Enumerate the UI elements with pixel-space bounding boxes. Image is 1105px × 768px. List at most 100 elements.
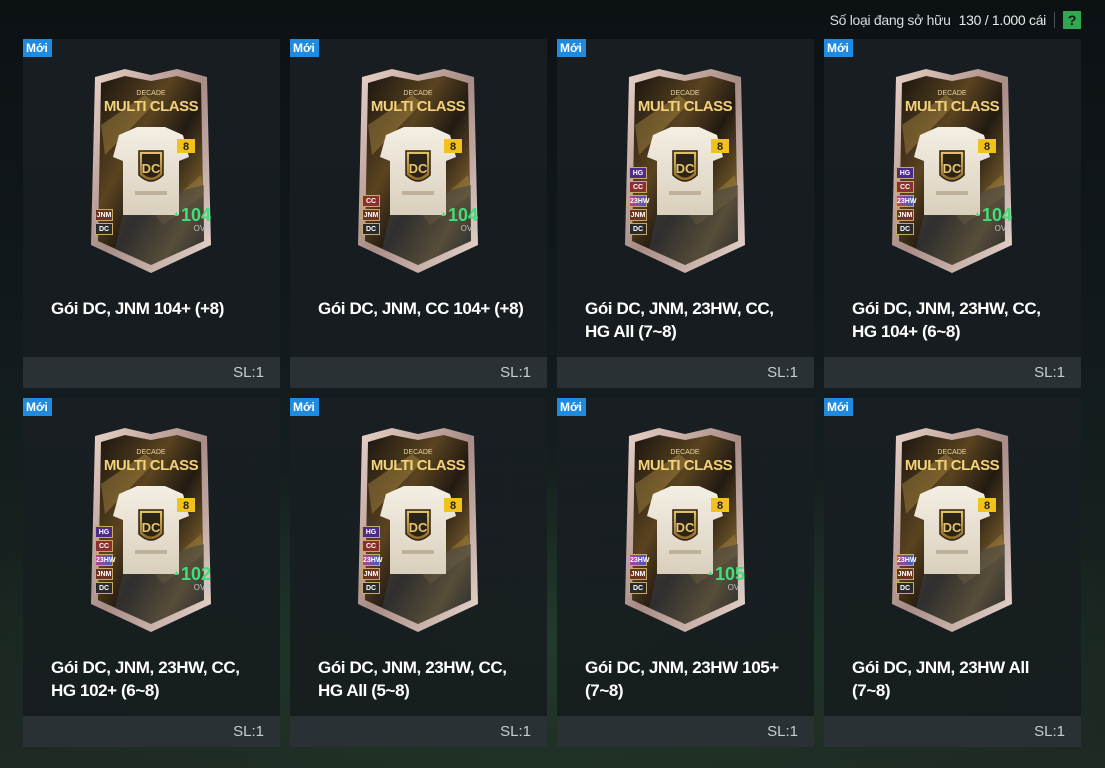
pack-footer: SL:1 bbox=[557, 357, 814, 388]
pack-title: Gói DC, JNM, 23HW, CC, HG 104+ (6~8) bbox=[852, 299, 1041, 341]
class-badge-jnm: JNM bbox=[896, 568, 914, 580]
new-badge: Mới bbox=[824, 39, 853, 57]
pack-quantity: SL:1 bbox=[767, 723, 798, 740]
class-badges: HG CC 23HW JNM DC bbox=[629, 167, 649, 235]
svg-text:DC: DC bbox=[409, 161, 428, 176]
class-badge-cc: CC bbox=[896, 181, 914, 193]
class-badge-dc: DC bbox=[896, 223, 914, 235]
svg-text:DC: DC bbox=[943, 520, 962, 535]
class-badge-23hw: 23HW bbox=[95, 554, 115, 566]
svg-text:8: 8 bbox=[183, 141, 189, 153]
class-badge-jnm: JNM bbox=[362, 568, 380, 580]
class-badge-23hw: 23HW bbox=[362, 554, 382, 566]
ovr-label: OVR bbox=[727, 583, 745, 592]
class-badge-jnm: JNM bbox=[362, 209, 380, 221]
pack-quantity: SL:1 bbox=[500, 723, 531, 740]
pack-tile-1[interactable]: Mới DC 8 DECADE MULTI CLASS JNM DC ▲ 104… bbox=[23, 39, 280, 388]
new-badge: Mới bbox=[23, 39, 52, 57]
help-icon[interactable]: ? bbox=[1063, 11, 1081, 29]
pack-quantity: SL:1 bbox=[233, 364, 264, 381]
class-badge-dc: DC bbox=[629, 582, 647, 594]
card-art-svg: DC 8 DECADE MULTI CLASS bbox=[358, 69, 478, 273]
pack-quantity: SL:1 bbox=[233, 723, 264, 740]
class-badge-23hw: 23HW bbox=[896, 554, 916, 566]
svg-text:DC: DC bbox=[676, 520, 695, 535]
pack-tile-4[interactable]: Mới DC 8 DECADE MULTI CLASS HG CC 23HW J… bbox=[824, 39, 1081, 388]
ovr-label: OVR bbox=[193, 583, 211, 592]
new-badge: Mới bbox=[557, 398, 586, 416]
ovr-rating: 104 OVR bbox=[974, 206, 1012, 233]
svg-text:DECADE: DECADE bbox=[937, 449, 967, 456]
ovr-value: 104 bbox=[974, 206, 1012, 224]
pack-tile-6[interactable]: Mới DC 8 DECADE MULTI CLASS HG CC 23HW J… bbox=[290, 398, 547, 747]
class-badge-cc: CC bbox=[629, 181, 647, 193]
svg-text:MULTI CLASS: MULTI CLASS bbox=[104, 457, 199, 474]
class-badge-cc: CC bbox=[362, 195, 380, 207]
class-badge-dc: DC bbox=[362, 223, 380, 235]
ovr-rating: 104 OVR bbox=[440, 206, 478, 233]
svg-text:DECADE: DECADE bbox=[403, 449, 433, 456]
ovr-value: 102 bbox=[173, 565, 211, 583]
pack-card-image: DC 8 DECADE MULTI CLASS HG CC 23HW JNM DC bbox=[352, 424, 484, 636]
pack-tile-7[interactable]: Mới DC 8 DECADE MULTI CLASS 23HW JNM DC … bbox=[557, 398, 814, 747]
ovr-value: 104 bbox=[173, 206, 211, 224]
ovr-value: 105 bbox=[707, 565, 745, 583]
owned-counter-bar: Số loại đang sở hữu 130 / 1.000 cái ? bbox=[830, 8, 1081, 32]
pack-card-image: DC 8 DECADE MULTI CLASS 23HW JNM DC bbox=[886, 424, 1018, 636]
svg-text:MULTI CLASS: MULTI CLASS bbox=[371, 457, 466, 474]
svg-text:8: 8 bbox=[450, 141, 456, 153]
svg-text:8: 8 bbox=[984, 141, 990, 153]
new-badge: Mới bbox=[557, 39, 586, 57]
pack-quantity: SL:1 bbox=[767, 364, 798, 381]
pack-footer: SL:1 bbox=[824, 716, 1081, 747]
pack-footer: SL:1 bbox=[824, 357, 1081, 388]
ovr-label: OVR bbox=[994, 224, 1012, 233]
new-badge: Mới bbox=[290, 398, 319, 416]
class-badge-cc: CC bbox=[95, 540, 113, 552]
pack-card-image: DC 8 DECADE MULTI CLASS CC JNM DC 104 OVR bbox=[352, 65, 484, 277]
pack-card-image: DC 8 DECADE MULTI CLASS JNM DC 104 OVR bbox=[85, 65, 217, 277]
pack-title: Gói DC, JNM, CC 104+ (+8) bbox=[318, 299, 524, 318]
class-badge-23hw: 23HW bbox=[629, 554, 649, 566]
pack-quantity: SL:1 bbox=[500, 364, 531, 381]
divider bbox=[1054, 12, 1055, 28]
pack-title: Gói DC, JNM, 23HW 105+ (7~8) bbox=[585, 658, 779, 700]
pack-title: Gói DC, JNM, 23HW, CC, HG 102+ (6~8) bbox=[51, 658, 240, 700]
pack-title: Gói DC, JNM, 23HW, CC, HG All (7~8) bbox=[585, 299, 774, 341]
new-badge: Mới bbox=[23, 398, 52, 416]
ovr-rating: 102 OVR bbox=[173, 565, 211, 592]
card-art-svg: DC 8 DECADE MULTI CLASS bbox=[625, 428, 745, 632]
class-badge-jnm: JNM bbox=[629, 568, 647, 580]
class-badge-hg: HG bbox=[95, 526, 113, 538]
pack-title: Gói DC, JNM, 23HW All (7~8) bbox=[852, 658, 1030, 700]
owned-count: 130 / 1.000 cái bbox=[958, 12, 1047, 28]
pack-tile-2[interactable]: Mới DC 8 DECADE MULTI CLASS CC JNM DC ▲ … bbox=[290, 39, 547, 388]
class-badge-jnm: JNM bbox=[95, 209, 113, 221]
pack-footer: SL:1 bbox=[290, 716, 547, 747]
pack-tile-5[interactable]: Mới DC 8 DECADE MULTI CLASS HG CC 23HW J… bbox=[23, 398, 280, 747]
svg-text:MULTI CLASS: MULTI CLASS bbox=[371, 98, 466, 115]
ovr-label: OVR bbox=[193, 224, 211, 233]
ovr-label: OVR bbox=[460, 224, 478, 233]
class-badges: 23HW JNM DC bbox=[629, 554, 649, 594]
new-badge: Mới bbox=[290, 39, 319, 57]
pack-footer: SL:1 bbox=[23, 716, 280, 747]
svg-text:DC: DC bbox=[142, 520, 161, 535]
class-badges: CC JNM DC bbox=[362, 195, 380, 235]
class-badges: HG CC 23HW JNM DC bbox=[896, 167, 916, 235]
pack-tile-3[interactable]: Mới DC 8 DECADE MULTI CLASS HG CC 23HW J… bbox=[557, 39, 814, 388]
svg-text:DECADE: DECADE bbox=[937, 90, 967, 97]
pack-grid: Mới DC 8 DECADE MULTI CLASS JNM DC ▲ 104… bbox=[23, 39, 1081, 747]
pack-footer: SL:1 bbox=[290, 357, 547, 388]
pack-footer: SL:1 bbox=[557, 716, 814, 747]
class-badge-dc: DC bbox=[896, 582, 914, 594]
svg-text:DC: DC bbox=[943, 161, 962, 176]
pack-tile-8[interactable]: Mới DC 8 DECADE MULTI CLASS 23HW JNM DC … bbox=[824, 398, 1081, 747]
class-badge-hg: HG bbox=[896, 167, 914, 179]
pack-quantity: SL:1 bbox=[1034, 723, 1065, 740]
card-art-svg: DC 8 DECADE MULTI CLASS bbox=[91, 69, 211, 273]
class-badges: JNM DC bbox=[95, 209, 113, 235]
svg-text:DECADE: DECADE bbox=[670, 449, 700, 456]
class-badge-hg: HG bbox=[629, 167, 647, 179]
ovr-value: 104 bbox=[440, 206, 478, 224]
